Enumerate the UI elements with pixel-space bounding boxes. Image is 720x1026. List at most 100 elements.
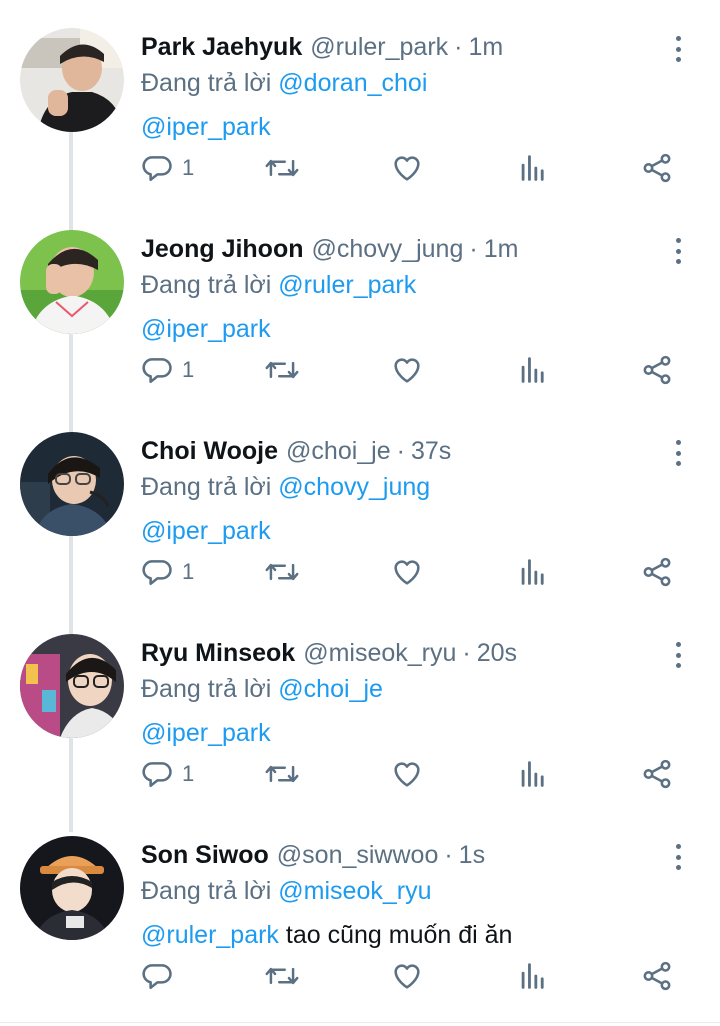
tweet[interactable]: Ryu Minseok @miseok_ryu · 20s Đang trả lời …	[0, 606, 720, 808]
replying-to-handle[interactable]: @choi_je	[278, 675, 383, 703]
replying-to-handle[interactable]: @chovy_jung	[278, 473, 430, 501]
avatar[interactable]	[20, 28, 124, 132]
mention-link[interactable]: @iper_park	[141, 517, 271, 545]
replying-to-handle[interactable]: @miseok_ryu	[278, 877, 431, 905]
stats-button[interactable]	[516, 150, 550, 186]
more-icon[interactable]	[668, 642, 688, 668]
mention-link[interactable]: @iper_park	[141, 719, 271, 747]
stats-button[interactable]	[516, 352, 550, 388]
display-name[interactable]: Jeong Jihoon	[141, 235, 304, 263]
tweet[interactable]: Choi Wooje @choi_je · 37s Đang trả lời @cho…	[0, 404, 720, 606]
retweet-icon	[265, 563, 299, 581]
more-icon[interactable]	[668, 36, 688, 62]
tweet-header: Jeong Jihoon @chovy_jung · 1m	[141, 232, 518, 266]
username[interactable]: @choi_je	[286, 437, 391, 465]
reply-count: 1	[182, 761, 195, 786]
share-icon	[643, 961, 671, 991]
tweet-text: @ruler_park tao cũng muốn đi ăn	[141, 918, 512, 952]
like-button[interactable]	[390, 150, 424, 186]
separator-dot: ·	[444, 841, 453, 869]
tweet-text: @iper_park	[141, 514, 271, 548]
username[interactable]: @miseok_ryu	[303, 639, 456, 667]
display-name[interactable]: Park Jaehyuk	[141, 33, 302, 61]
replying-to-label: Đang trả lời	[141, 877, 272, 905]
retweet-icon	[265, 967, 299, 985]
share-button[interactable]	[640, 352, 674, 388]
separator-dot: ·	[454, 33, 463, 61]
retweet-button[interactable]	[264, 554, 300, 590]
reply-icon	[142, 964, 172, 990]
tweet[interactable]: Park Jaehyuk @ruler_park · 1m Đang trả lời …	[0, 0, 720, 202]
share-button[interactable]	[640, 150, 674, 186]
like-button[interactable]	[390, 756, 424, 792]
timestamp[interactable]: 1m	[484, 235, 519, 263]
timestamp[interactable]: 37s	[411, 437, 451, 465]
reply-button[interactable]: 1	[140, 756, 194, 792]
retweet-button[interactable]	[264, 150, 300, 186]
retweet-icon	[265, 361, 299, 379]
reply-count: 1	[182, 357, 195, 382]
replying-to-handle[interactable]: @doran_choi	[278, 69, 427, 97]
avatar[interactable]	[20, 432, 124, 536]
reply-button[interactable]: 1	[140, 554, 194, 590]
stats-button[interactable]	[516, 554, 550, 590]
reply-icon	[142, 156, 172, 182]
avatar[interactable]	[20, 836, 124, 940]
avatar[interactable]	[20, 230, 124, 334]
replying-to-label: Đang trả lời	[141, 69, 272, 97]
separator-dot: ·	[462, 639, 471, 667]
like-button[interactable]	[390, 958, 424, 994]
timestamp[interactable]: 1m	[468, 33, 503, 61]
stats-icon	[521, 963, 544, 989]
timestamp[interactable]: 1s	[459, 841, 485, 869]
mention-link[interactable]: @ruler_park	[141, 921, 279, 949]
username[interactable]: @son_siwwoo	[277, 841, 439, 869]
replying-to: Đang trả lời @miseok_ryu	[141, 874, 432, 908]
tweet-actions: 1	[140, 150, 700, 186]
reply-thread: Park Jaehyuk @ruler_park · 1m Đang trả lời …	[0, 0, 720, 1026]
more-icon[interactable]	[668, 844, 688, 870]
tweet-header: Son Siwoo @son_siwwoo · 1s	[141, 838, 485, 872]
stats-icon	[521, 155, 544, 181]
timestamp[interactable]: 20s	[477, 639, 517, 667]
reply-icon	[142, 560, 172, 586]
tweet[interactable]: Jeong Jihoon @chovy_jung · 1m Đang trả lời …	[0, 202, 720, 404]
retweet-button[interactable]	[264, 352, 300, 388]
display-name[interactable]: Ryu Minseok	[141, 639, 295, 667]
username[interactable]: @chovy_jung	[312, 235, 464, 263]
reply-icon	[142, 762, 172, 788]
share-icon	[643, 759, 671, 789]
username[interactable]: @ruler_park	[310, 33, 448, 61]
replying-to: Đang trả lời @chovy_jung	[141, 470, 430, 504]
reply-button[interactable]: 1	[140, 150, 194, 186]
share-button[interactable]	[640, 958, 674, 994]
retweet-button[interactable]	[264, 958, 300, 994]
like-button[interactable]	[390, 352, 424, 388]
like-icon	[394, 762, 420, 787]
tweet-message: tao cũng muốn đi ăn	[285, 921, 513, 949]
avatar[interactable]	[20, 634, 124, 738]
replying-to-handle[interactable]: @ruler_park	[278, 271, 416, 299]
mention-link[interactable]: @iper_park	[141, 315, 271, 343]
share-button[interactable]	[640, 554, 674, 590]
mention-link[interactable]: @iper_park	[141, 113, 271, 141]
reply-button[interactable]: 1	[140, 352, 194, 388]
tweet-actions: 1	[140, 352, 700, 388]
reply-button[interactable]	[140, 958, 182, 994]
stats-icon	[521, 761, 544, 787]
replying-to: Đang trả lời @choi_je	[141, 672, 383, 706]
more-icon[interactable]	[668, 238, 688, 264]
share-button[interactable]	[640, 756, 674, 792]
display-name[interactable]: Son Siwoo	[141, 841, 269, 869]
retweet-button[interactable]	[264, 756, 300, 792]
stats-button[interactable]	[516, 756, 550, 792]
display-name[interactable]: Choi Wooje	[141, 437, 278, 465]
reply-count: 1	[182, 155, 195, 180]
like-icon	[394, 156, 420, 181]
like-button[interactable]	[390, 554, 424, 590]
tweet[interactable]: Son Siwoo @son_siwwoo · 1s Đang trả lời @mi…	[0, 808, 720, 1010]
stats-button[interactable]	[516, 958, 550, 994]
more-icon[interactable]	[668, 440, 688, 466]
replying-to-label: Đang trả lời	[141, 675, 272, 703]
replying-to: Đang trả lời @doran_choi	[141, 66, 427, 100]
